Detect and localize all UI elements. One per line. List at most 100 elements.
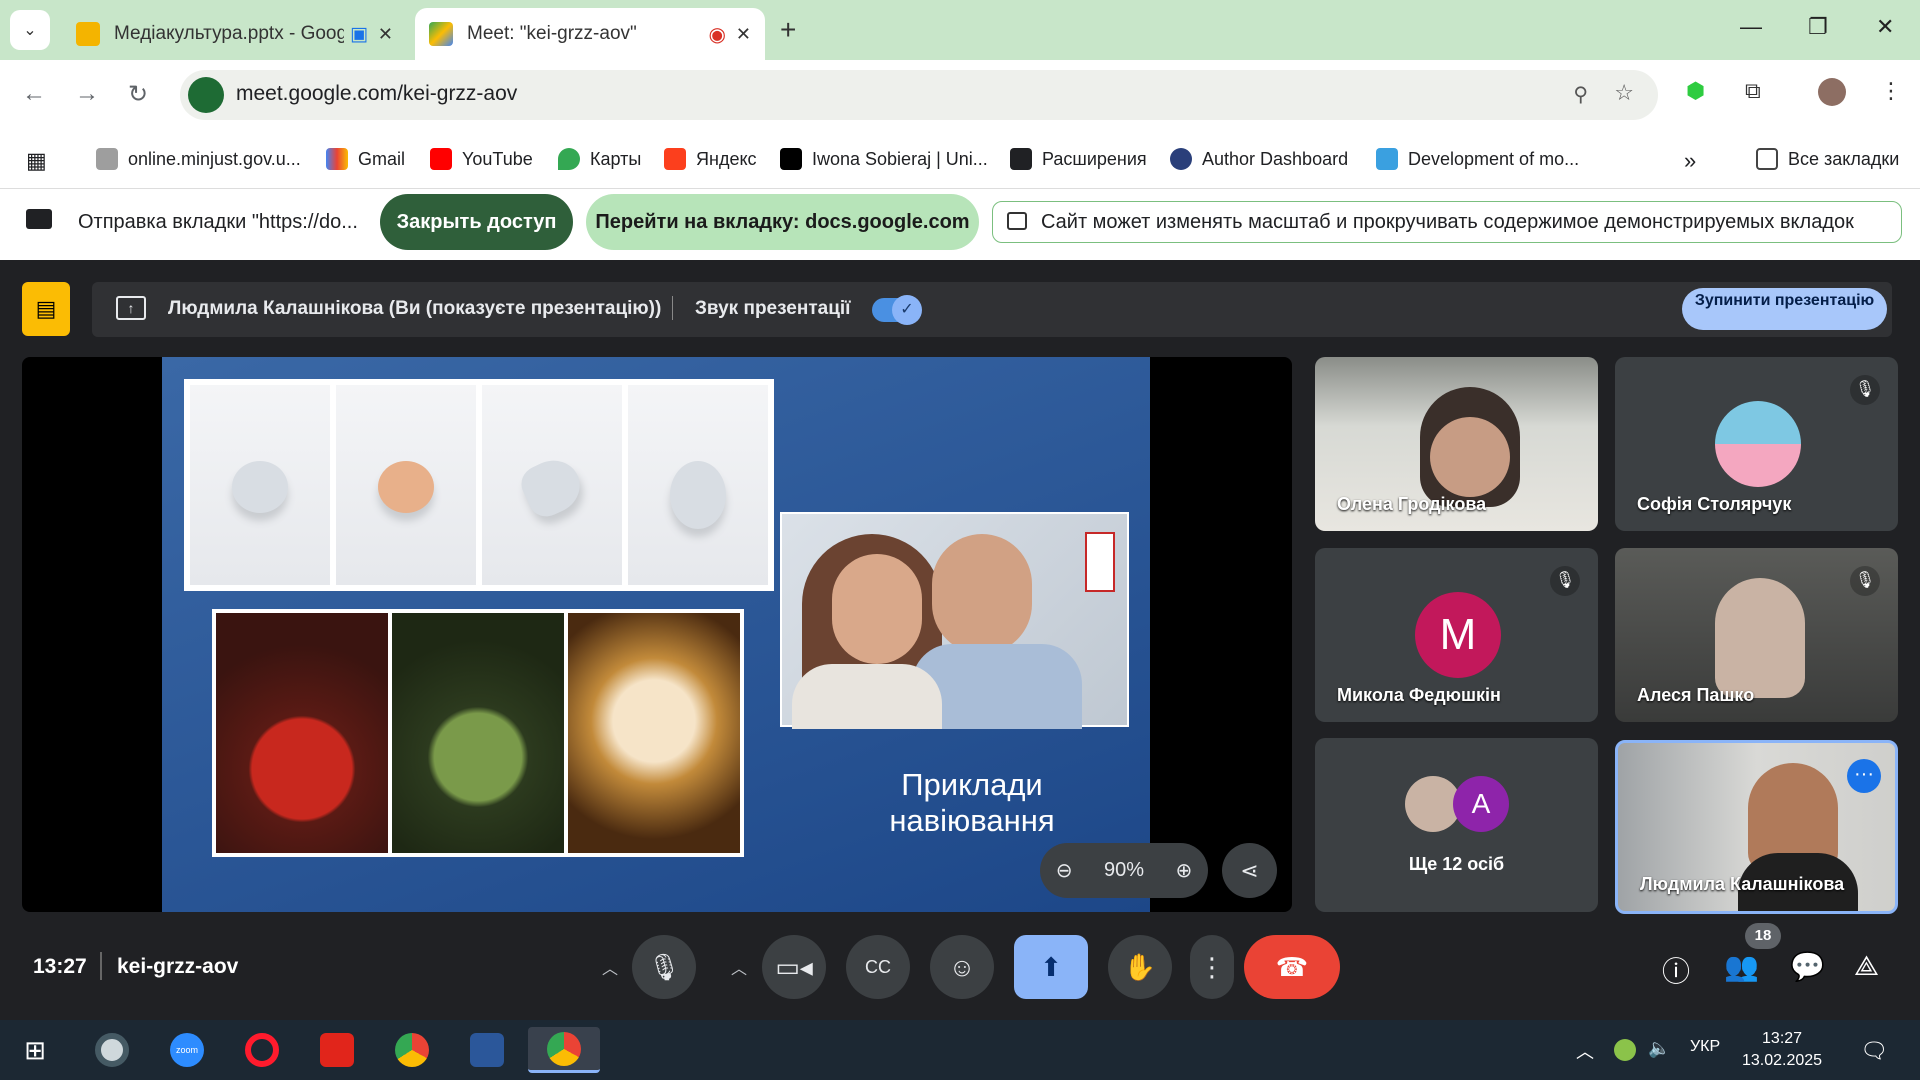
author-icon bbox=[1170, 148, 1192, 170]
close-window-icon[interactable]: ✕ bbox=[1876, 14, 1894, 40]
bookmark-author-dashboard[interactable]: Author Dashboard bbox=[1170, 148, 1348, 170]
address-bar[interactable]: meet.google.com/kei-grzz-aov ⚲ ☆ bbox=[180, 70, 1658, 120]
network-icon[interactable] bbox=[1614, 1039, 1636, 1061]
participant-name: Микола Федюшкін bbox=[1337, 685, 1501, 705]
start-windows-icon[interactable]: ⊞ bbox=[10, 1027, 60, 1073]
bookmark-development[interactable]: Development of mo... bbox=[1376, 148, 1579, 170]
back-icon[interactable]: ← bbox=[22, 80, 46, 108]
presentation-audio-toggle[interactable]: ✓ bbox=[872, 295, 922, 325]
opera-icon[interactable] bbox=[237, 1027, 287, 1073]
bookmark-minjust[interactable]: online.minjust.gov.u... bbox=[96, 148, 301, 170]
present-button[interactable]: ⬆ bbox=[1014, 935, 1088, 999]
participant-tile[interactable]: 🎙 M Микола Федюшкін bbox=[1315, 548, 1598, 722]
poster-image bbox=[216, 613, 388, 853]
all-bookmarks[interactable]: Все закладки bbox=[1756, 148, 1899, 170]
profile-avatar[interactable] bbox=[1818, 78, 1846, 106]
bookmark-yandex[interactable]: Яндекс bbox=[664, 148, 757, 170]
input-language[interactable]: УКР bbox=[1690, 1038, 1720, 1056]
tab-slides[interactable]: Медіакультура.pptx - Goog ▣ ✕ bbox=[62, 8, 407, 60]
participant-video bbox=[1715, 578, 1805, 698]
apps-grid-icon[interactable]: ▦ bbox=[26, 148, 47, 174]
more-participants-tile[interactable]: A Ще 12 осіб bbox=[1315, 738, 1598, 912]
forward-icon[interactable]: → bbox=[75, 80, 99, 108]
close-tab-icon[interactable]: ✕ bbox=[736, 24, 751, 45]
reload-icon[interactable]: ↻ bbox=[128, 80, 148, 109]
captions-button[interactable]: CC bbox=[846, 935, 910, 999]
webcam-app-icon[interactable] bbox=[87, 1027, 137, 1073]
restore-icon[interactable]: ❐ bbox=[1808, 14, 1828, 40]
meeting-info-icon[interactable]: ⓘ bbox=[1662, 950, 1690, 990]
mic-button[interactable]: 🎙 bbox=[632, 935, 696, 999]
camera-button[interactable]: ▭◂ bbox=[762, 935, 826, 999]
poster-image bbox=[568, 613, 740, 853]
presentation-audio-label: Звук презентації bbox=[695, 298, 851, 319]
self-tile[interactable]: ··· Людмила Калашнікова bbox=[1615, 740, 1898, 914]
volume-icon[interactable]: 🔈 bbox=[1648, 1038, 1670, 1059]
participant-tile[interactable]: 🎙 Софія Столярчук bbox=[1615, 357, 1898, 531]
stop-presenting-button[interactable]: Зупинити презентацію bbox=[1682, 288, 1887, 330]
system-clock[interactable]: 13:27 13.02.2025 bbox=[1742, 1028, 1822, 1072]
switch-to-tab-button[interactable]: Перейти на вкладку: docs.google.com bbox=[586, 194, 979, 250]
zoom-app-icon[interactable]: zoom bbox=[162, 1027, 212, 1073]
bookmark-youtube[interactable]: YouTube bbox=[430, 148, 533, 170]
zoom-lens-icon[interactable]: ⚲ bbox=[1573, 82, 1588, 107]
bookmark-gmail[interactable]: Gmail bbox=[326, 148, 405, 170]
bookmark-academia[interactable]: Iwona Sobieraj | Uni... bbox=[780, 148, 988, 170]
close-tab-icon[interactable]: ✕ bbox=[378, 24, 393, 45]
leave-call-button[interactable]: ☎ bbox=[1244, 935, 1340, 999]
extension-green-icon[interactable]: ⬢ bbox=[1686, 78, 1705, 104]
meeting-time: 13:27 bbox=[33, 955, 87, 978]
meeting-code: kei-grzz-aov bbox=[117, 955, 239, 978]
avatar bbox=[1715, 401, 1801, 487]
participant-name: Алеся Пашко bbox=[1637, 685, 1755, 705]
site-info-icon[interactable] bbox=[188, 77, 224, 113]
notifications-icon[interactable]: 🗨 bbox=[1860, 1038, 1888, 1064]
people-icon[interactable]: 👥 bbox=[1724, 950, 1759, 983]
people-count-badge: 18 bbox=[1745, 923, 1781, 949]
bookmark-extensions[interactable]: Расширения bbox=[1010, 148, 1147, 170]
participant-tile[interactable]: 🎙 Алеся Пашко bbox=[1615, 548, 1898, 722]
activities-icon[interactable]: ⟁ bbox=[1854, 950, 1879, 983]
zoom-out-icon[interactable]: ⊖ bbox=[1056, 858, 1073, 883]
raise-hand-button[interactable]: ✋ bbox=[1108, 935, 1172, 999]
poster-image bbox=[336, 385, 476, 585]
new-tab-icon[interactable]: + bbox=[780, 14, 796, 46]
bookmark-maps[interactable]: Карты bbox=[558, 148, 641, 170]
divider bbox=[672, 296, 673, 320]
zoom-level: 90% bbox=[1103, 859, 1144, 881]
poster-image bbox=[190, 385, 330, 585]
meet-icon bbox=[429, 22, 453, 46]
menu-kebab-icon[interactable]: ⋮ bbox=[1880, 78, 1902, 104]
puzzle-icon bbox=[1010, 148, 1032, 170]
chrome-profile-icon[interactable] bbox=[528, 1027, 600, 1073]
mic-off-icon: 🎙 bbox=[1550, 566, 1580, 596]
tray-expand-icon[interactable]: ︿ bbox=[1576, 1038, 1594, 1064]
mic-off-icon: 🎙 bbox=[1850, 566, 1880, 596]
tab-title: Медіакультура.pptx - Goog bbox=[114, 23, 344, 44]
browser-tab-strip: ⌄ Медіакультура.pptx - Goog ▣ ✕ Meet: "k… bbox=[0, 0, 1920, 60]
sharing-info-chip[interactable]: Сайт может изменять масштаб и прокручива… bbox=[992, 201, 1902, 243]
bookmark-star-icon[interactable]: ☆ bbox=[1614, 80, 1634, 106]
word-icon[interactable] bbox=[462, 1027, 512, 1073]
acrobat-icon[interactable] bbox=[312, 1027, 362, 1073]
tab-search-button[interactable]: ⌄ bbox=[10, 10, 50, 50]
chat-icon[interactable]: 💬 bbox=[1790, 950, 1825, 983]
tab-meet[interactable]: Meet: "kei-grzz-aov" ◉ ✕ bbox=[415, 8, 765, 60]
stop-sharing-button[interactable]: Закрыть доступ bbox=[380, 194, 573, 250]
share-icon[interactable]: ⋖ bbox=[1222, 843, 1277, 898]
zoom-in-icon[interactable]: ⊕ bbox=[1175, 858, 1192, 883]
video-settings-chevron-icon[interactable]: ︿ bbox=[731, 955, 747, 979]
hand-icon: ✋ bbox=[1123, 951, 1157, 982]
url-text[interactable]: meet.google.com/kei-grzz-aov bbox=[236, 82, 517, 106]
more-options-icon[interactable]: ··· bbox=[1847, 759, 1881, 793]
academia-icon bbox=[780, 148, 802, 170]
reactions-button[interactable]: ☺ bbox=[930, 935, 994, 999]
participant-tile[interactable]: Олена Гродікова bbox=[1315, 357, 1598, 531]
present-screen-icon: ↑ bbox=[116, 296, 146, 320]
more-options-button[interactable]: ⋮ bbox=[1190, 935, 1234, 999]
minimize-icon[interactable]: — bbox=[1740, 14, 1762, 40]
extensions-puzzle-icon[interactable]: ⧉ bbox=[1745, 78, 1761, 104]
audio-settings-chevron-icon[interactable]: ︿ bbox=[602, 955, 618, 979]
chrome-icon[interactable] bbox=[387, 1027, 437, 1073]
more-bookmarks-chevron-icon[interactable]: » bbox=[1684, 148, 1696, 174]
